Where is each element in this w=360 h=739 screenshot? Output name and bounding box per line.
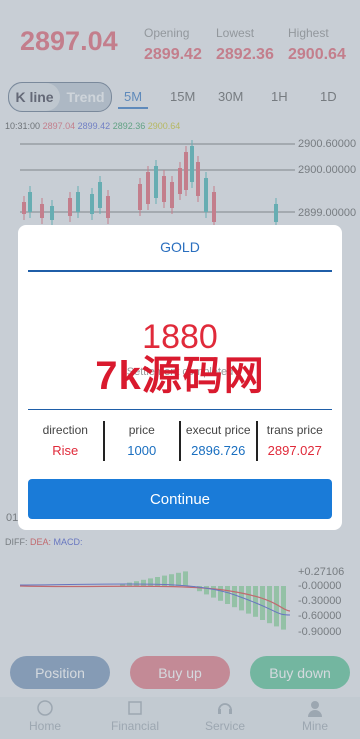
col-value: Rise [52,443,79,458]
divider [28,270,332,272]
col-label: trans price [266,423,323,437]
trade-details: direction Rise price 1000 execut price 2… [28,421,332,461]
execut-price-col: execut price 2896.726 [181,421,258,461]
col-value: 2897.027 [267,443,322,458]
settlement-dialog: GOLD 1880 Settlement completed 7k源码网 dir… [18,225,342,530]
col-value: 1000 [127,443,157,458]
divider [28,409,332,410]
direction-col: direction Rise [28,421,105,461]
price-col: price 1000 [105,421,181,461]
col-label: price [128,423,155,437]
col-label: direction [42,423,88,437]
col-label: execut price [185,423,251,437]
continue-button[interactable]: Continue [28,479,332,519]
watermark: 7k源码网 [95,354,265,398]
dialog-title: GOLD [160,239,200,255]
col-value: 2896.726 [191,443,246,458]
trans-price-col: trans price 2897.027 [258,421,333,461]
